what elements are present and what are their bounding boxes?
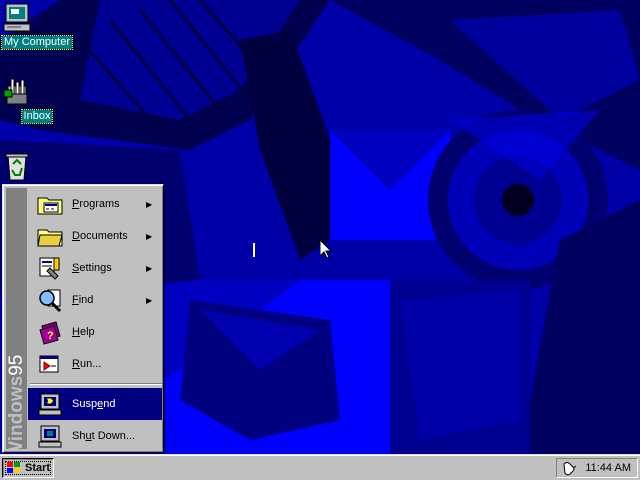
menu-item-run[interactable]: Run...: [28, 348, 162, 380]
menu-item-label: Find: [72, 294, 94, 306]
menu-item-suspend[interactable]: Suspend: [28, 388, 162, 420]
svg-text:?: ?: [47, 330, 54, 342]
desktop-icon-label: Inbox: [20, 109, 54, 124]
desktop-icon-inbox[interactable]: Inbox: [1, 76, 73, 124]
start-menu: Windows95 Programs ▶ Documents ▶ Setting…: [2, 184, 164, 453]
start-button[interactable]: Start: [2, 458, 54, 478]
menu-separator: [30, 383, 162, 385]
menu-item-settings[interactable]: Settings ▶: [28, 252, 162, 284]
submenu-arrow-icon: ▶: [146, 199, 153, 209]
help-icon: ?: [36, 318, 64, 346]
suspend-icon: [36, 390, 64, 418]
start-menu-banner: Windows95: [6, 188, 27, 449]
documents-icon: [36, 222, 64, 250]
find-icon: [36, 286, 64, 314]
shut-down-icon: [36, 422, 64, 450]
recycle-bin-icon: [5, 150, 53, 182]
menu-item-label: Documents: [72, 230, 128, 242]
submenu-arrow-icon: ▶: [146, 295, 153, 305]
power-status-icon[interactable]: [561, 460, 577, 476]
menu-item-label: Settings: [72, 262, 112, 274]
desktop-icon-label: My Computer: [0, 35, 74, 50]
clock[interactable]: 11:44 AM: [585, 462, 631, 474]
submenu-arrow-icon: ▶: [146, 231, 153, 241]
start-button-label: Start: [25, 462, 51, 474]
menu-item-label: Programs: [72, 198, 120, 210]
system-tray: 11:44 AM: [556, 458, 638, 478]
menu-item-programs[interactable]: Programs ▶: [28, 188, 162, 220]
run-icon: [36, 350, 64, 378]
programs-icon: [36, 190, 64, 218]
menu-item-label: Run...: [72, 358, 102, 370]
menu-item-shut-down[interactable]: Shut Down...: [28, 420, 162, 452]
desktop-icon-recycle-bin[interactable]: [1, 150, 73, 182]
banner-version-text: 95: [6, 354, 27, 376]
menu-item-label: Shut Down...: [72, 430, 135, 442]
banner-windows-text: Windows: [6, 375, 27, 449]
menu-item-find[interactable]: Find ▶: [28, 284, 162, 316]
menu-item-label: Help: [72, 326, 95, 338]
submenu-arrow-icon: ▶: [146, 263, 153, 273]
my-computer-icon: [3, 2, 53, 34]
menu-item-documents[interactable]: Documents ▶: [28, 220, 162, 252]
menu-item-label: Suspend: [72, 398, 116, 410]
menu-item-help[interactable]: ? Help: [28, 316, 162, 348]
desktop-icon-my-computer[interactable]: My Computer: [0, 2, 74, 50]
taskbar: Start 11:44 AM: [0, 454, 640, 480]
text-cursor-ibeam: [253, 243, 255, 257]
windows-logo-icon: [6, 461, 22, 475]
inbox-icon: [3, 76, 53, 108]
settings-icon: [36, 254, 64, 282]
